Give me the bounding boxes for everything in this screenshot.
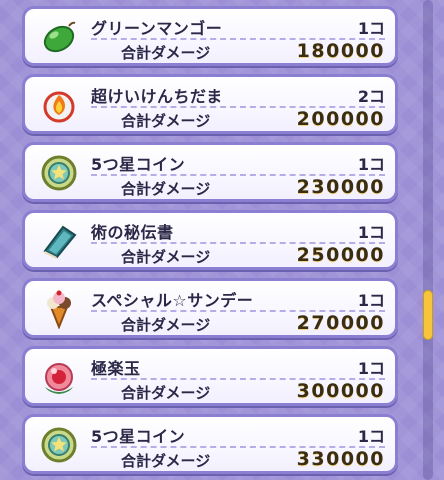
total-damage-label: 合計ダメージ [121, 180, 211, 198]
special-sundae-icon [39, 289, 79, 329]
item-quantity: 2コ [357, 87, 385, 106]
exp-orb-icon [39, 85, 79, 125]
total-damage-label: 合計ダメージ [121, 452, 211, 470]
five-star-coin-icon [39, 153, 79, 193]
reward-item-card: 5つ星コイン 1コ 合計ダメージ 230000 [22, 142, 398, 202]
item-quantity: 1コ [357, 291, 385, 310]
item-name: 術の秘伝書 [91, 223, 174, 242]
reward-list[interactable]: グリーンマンゴー 1コ 合計ダメージ 180000 超けいけんちだま 2コ 合計… [22, 0, 400, 480]
reward-item-card: 術の秘伝書 1コ 合計ダメージ 250000 [22, 210, 398, 270]
scrollbar-thumb[interactable] [423, 290, 433, 340]
total-damage-value: 270000 [296, 312, 385, 334]
reward-item-card: 超けいけんちだま 2コ 合計ダメージ 200000 [22, 74, 398, 134]
reward-item-card: 極楽玉 1コ 合計ダメージ 300000 [22, 346, 398, 406]
total-damage-value: 230000 [296, 176, 385, 198]
total-damage-label: 合計ダメージ [121, 44, 211, 62]
item-quantity: 1コ [357, 359, 385, 378]
five-star-coin-icon [39, 425, 79, 465]
total-damage-label: 合計ダメージ [121, 316, 211, 334]
total-damage-label: 合計ダメージ [121, 384, 211, 402]
reward-item-card: グリーンマンゴー 1コ 合計ダメージ 180000 [22, 6, 398, 66]
paradise-orb-icon [39, 357, 79, 397]
total-damage-label: 合計ダメージ [121, 112, 211, 130]
reward-item-card: スペシャル☆サンデー 1コ 合計ダメージ 270000 [22, 278, 398, 338]
total-damage-value: 180000 [296, 40, 385, 62]
item-name: 超けいけんちだま [91, 87, 223, 106]
item-name: 極楽玉 [91, 359, 141, 378]
item-name: 5つ星コイン [91, 155, 186, 174]
item-quantity: 1コ [357, 155, 385, 174]
reward-item-card: 5つ星コイン 1コ 合計ダメージ 330000 [22, 414, 398, 474]
secret-book-icon [39, 221, 79, 261]
item-quantity: 1コ [357, 19, 385, 38]
item-name: 5つ星コイン [91, 427, 186, 446]
total-damage-value: 330000 [296, 448, 385, 470]
scrollbar[interactable] [423, 0, 433, 480]
item-quantity: 1コ [357, 223, 385, 242]
total-damage-value: 200000 [296, 108, 385, 130]
item-quantity: 1コ [357, 427, 385, 446]
item-name: スペシャル☆サンデー [91, 291, 254, 310]
total-damage-value: 300000 [296, 380, 385, 402]
total-damage-value: 250000 [296, 244, 385, 266]
green-mango-icon [39, 17, 79, 57]
item-name: グリーンマンゴー [91, 19, 223, 38]
total-damage-label: 合計ダメージ [121, 248, 211, 266]
